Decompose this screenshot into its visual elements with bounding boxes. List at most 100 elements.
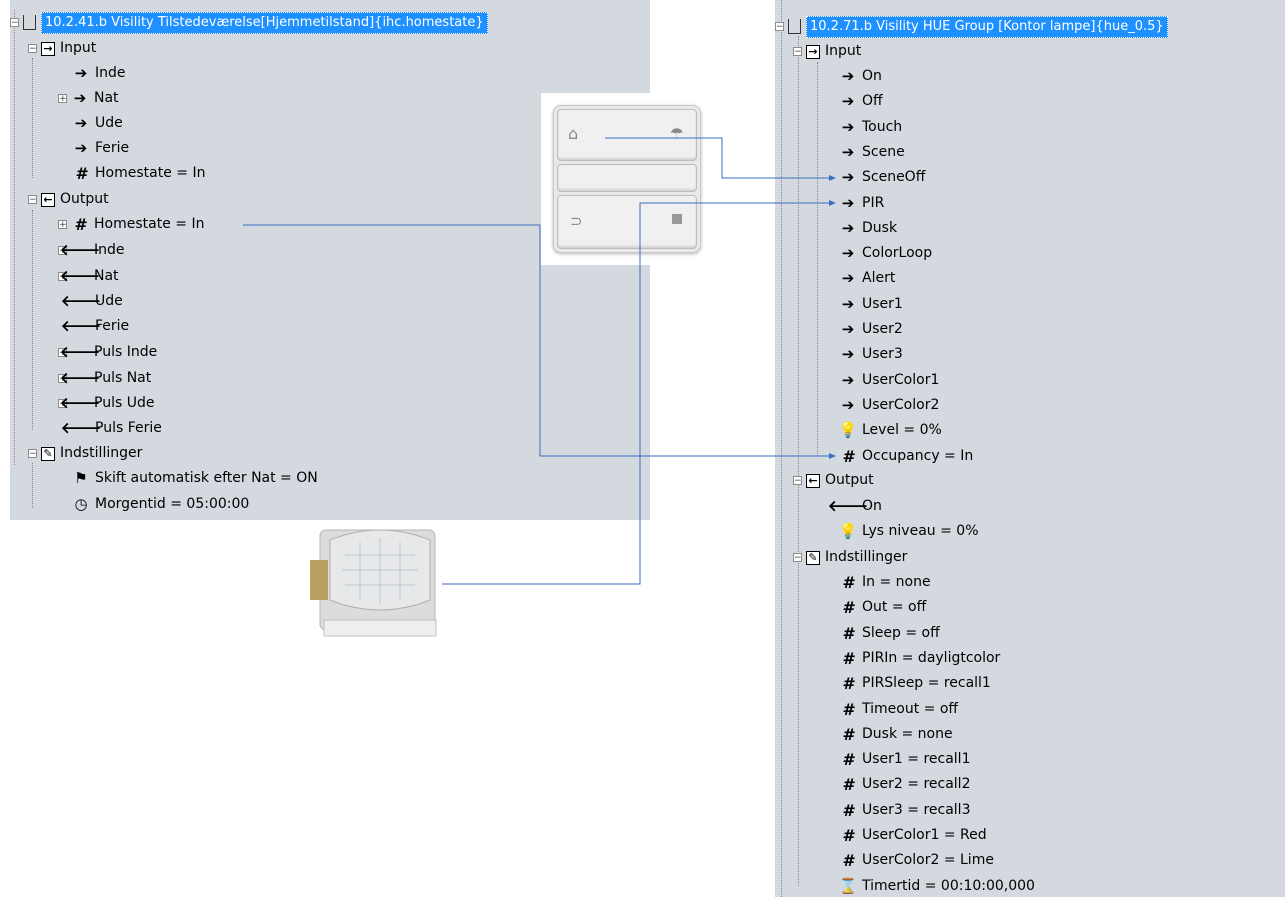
input-item-label: User3 <box>862 346 903 363</box>
settings-item[interactable]: # UserColor2 = Lime <box>839 848 994 873</box>
input-group-node[interactable]: − → Input <box>28 36 96 61</box>
collapse-icon[interactable]: − <box>775 22 784 32</box>
arrow-right-icon: ➔ <box>841 193 855 212</box>
arrow-left-icon: 🡐 <box>59 369 101 387</box>
settings-item[interactable]: # Dusk = none <box>839 722 952 747</box>
output-item[interactable]: + 🡐 Nat <box>58 264 119 289</box>
settings-group-node[interactable]: − ✎ Indstillinger <box>793 545 907 570</box>
collapse-icon[interactable]: − <box>10 18 19 28</box>
output-item[interactable]: + 🡐 Puls Nat <box>58 366 151 391</box>
tree-root-node[interactable]: − 10.2.71.b Visility HUE Group [Kontor l… <box>775 14 1168 39</box>
input-item[interactable]: ➔ PIR <box>839 191 885 216</box>
settings-item-label: User3 = recall3 <box>862 801 971 818</box>
output-item[interactable]: 🡐 Ude <box>61 289 123 314</box>
collapse-icon[interactable]: − <box>28 449 37 459</box>
input-item-label: ColorLoop <box>862 245 933 262</box>
input-group-node[interactable]: − → Input <box>793 39 861 64</box>
input-item[interactable]: ➔ Ude <box>72 111 123 136</box>
settings-item[interactable]: # PIRIn = dayligtcolor <box>839 646 1000 671</box>
input-item[interactable]: # Occupancy = In <box>839 444 973 469</box>
hash-icon: # <box>842 775 854 795</box>
output-group-node[interactable]: − ← Output <box>793 468 874 493</box>
output-group-node[interactable]: − ← Output <box>28 187 109 212</box>
expand-icon[interactable]: + <box>58 94 67 104</box>
settings-item[interactable]: # Timeout = off <box>839 697 958 722</box>
hash-icon: # <box>842 851 854 871</box>
hash-icon: # <box>75 164 87 183</box>
input-item-label: Inde <box>95 65 126 81</box>
output-item[interactable]: + 🡐 Puls Ude <box>58 391 154 416</box>
input-item[interactable]: ➔ On <box>839 64 882 89</box>
settings-item[interactable]: # UserColor1 = Red <box>839 823 987 848</box>
input-item-label: On <box>862 68 882 84</box>
output-item[interactable]: 🡐 Puls Ferie <box>61 416 162 441</box>
settings-item[interactable]: # User2 = recall2 <box>839 772 970 797</box>
input-item[interactable]: ➔ Touch <box>839 115 902 140</box>
root-node-label[interactable]: 10.2.71.b Visility HUE Group [Kontor lam… <box>806 15 1168 38</box>
input-item[interactable]: ➔ Dusk <box>839 216 897 241</box>
arrow-right-icon: ➔ <box>841 67 855 85</box>
settings-group-node[interactable]: − ✎ Indstillinger <box>28 441 142 466</box>
arrow-right-icon: ➔ <box>841 244 855 263</box>
input-item[interactable]: ➔ User2 <box>839 317 903 342</box>
input-item[interactable]: ➔ Alert <box>839 266 896 291</box>
settings-item[interactable]: # Out = off <box>839 595 926 620</box>
input-item[interactable]: ➔ User1 <box>839 292 903 317</box>
output-item[interactable]: + 🡐 Puls Inde <box>58 340 157 365</box>
tree-root-node[interactable]: − 10.2.41.b Visility Tilstedeværelse[Hje… <box>10 10 488 35</box>
input-item-label: User1 <box>862 295 903 312</box>
settings-item-label: Skift automatisk efter Nat = ON <box>95 470 318 486</box>
output-item-label: Homestate = In <box>94 216 205 232</box>
output-item[interactable]: + 🡐 Inde <box>58 238 125 263</box>
flag-icon: ⚑ <box>74 469 88 487</box>
collapse-icon[interactable]: − <box>28 44 37 54</box>
settings-item[interactable]: # User1 = recall1 <box>839 747 970 772</box>
collapse-icon[interactable]: − <box>793 47 802 57</box>
settings-item[interactable]: ⌛ Timertid = 00:10:00,000 <box>839 874 1035 899</box>
input-item[interactable]: ➔ SceneOff <box>839 165 926 190</box>
settings-item-label: UserColor1 = Red <box>862 827 987 843</box>
settings-item[interactable]: # PIRSleep = recall1 <box>839 671 990 696</box>
expand-icon[interactable]: + <box>58 220 67 230</box>
arrow-right-icon: ➔ <box>73 89 87 107</box>
wall-switch-image: ⌂ ☂ ⊃ <box>541 93 711 265</box>
input-group-label: Input <box>60 40 97 56</box>
root-node-label[interactable]: 10.2.41.b Visility Tilstedeværelse[Hjemm… <box>41 11 488 34</box>
input-item[interactable]: ➔ User3 <box>839 342 903 367</box>
input-item-label: Alert <box>862 270 896 287</box>
input-item[interactable]: + ➔ Nat <box>58 86 119 111</box>
settings-item[interactable]: ⚑ Skift automatisk efter Nat = ON <box>72 466 318 491</box>
input-item[interactable]: 💡 Level = 0% <box>839 418 942 443</box>
tree-guide-line <box>32 210 33 430</box>
input-item[interactable]: ➔ ColorLoop <box>839 241 932 266</box>
input-item[interactable]: ➔ Scene <box>839 140 905 165</box>
output-group-icon: ← <box>806 473 820 488</box>
collapse-icon[interactable]: − <box>793 553 802 563</box>
settings-item-label: Timeout = off <box>862 700 959 717</box>
input-item[interactable]: ➔ Ferie <box>72 136 129 161</box>
arrow-left-icon: 🡐 <box>59 241 101 259</box>
settings-item[interactable]: # In = none <box>839 570 930 595</box>
tree-guide-line <box>32 463 33 508</box>
settings-item[interactable]: ◷ Morgentid = 05:00:00 <box>72 492 249 517</box>
arrow-right-icon: ➔ <box>841 395 855 414</box>
output-item[interactable]: 🡐 Ferie <box>61 314 129 339</box>
input-item[interactable]: ➔ Off <box>839 89 883 114</box>
settings-group-label: Indstillinger <box>825 549 908 565</box>
lightbulb-icon: 💡 <box>838 522 858 540</box>
input-item[interactable]: # Homestate = In <box>72 161 205 186</box>
arrow-right-icon: ➔ <box>74 64 88 82</box>
input-item[interactable]: ➔ Inde <box>72 61 126 86</box>
collapse-icon[interactable]: − <box>793 476 802 486</box>
output-item[interactable]: 💡 Lys niveau = 0% <box>839 519 979 544</box>
output-item[interactable]: 🡐 On <box>828 494 882 519</box>
output-item[interactable]: + # Homestate = In <box>58 212 204 237</box>
input-item-label: Level = 0% <box>862 422 942 439</box>
collapse-icon[interactable]: − <box>28 195 37 205</box>
hash-icon: # <box>842 648 854 668</box>
input-item[interactable]: ➔ UserColor2 <box>839 393 940 418</box>
settings-item-label: User2 = recall2 <box>862 776 971 793</box>
input-item[interactable]: ➔ UserColor1 <box>839 368 940 393</box>
settings-item[interactable]: # Sleep = off <box>839 621 939 646</box>
settings-item[interactable]: # User3 = recall3 <box>839 798 970 823</box>
